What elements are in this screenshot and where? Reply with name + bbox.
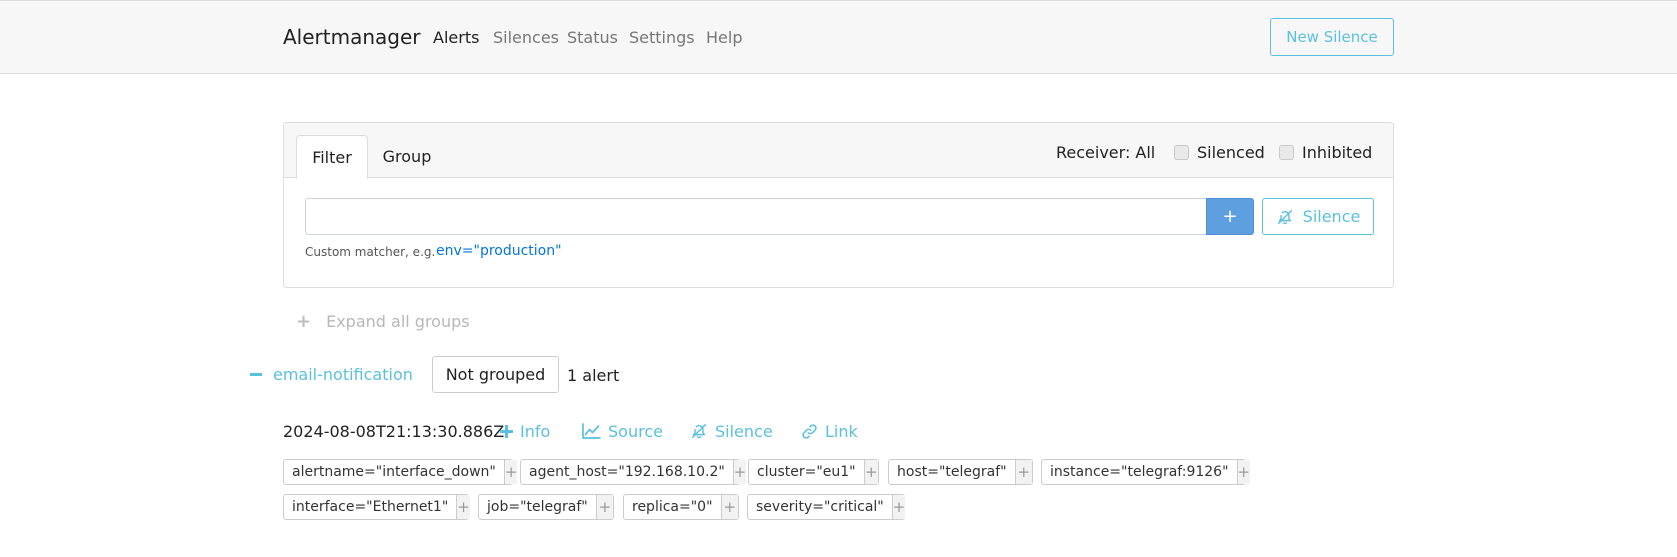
grouping-badge: Not grouped [432,356,559,393]
matcher-example[interactable]: env="production" [436,243,562,259]
matcher-hint: Custom matcher, e.g. [305,245,436,259]
nav-help[interactable]: Help [706,28,742,47]
add-label-filter-icon[interactable]: + [1014,460,1032,484]
label-chip: instance="telegraf:9126" + [1041,459,1251,485]
nav-silences[interactable]: Silences [493,28,559,47]
label-chip: host="telegraf" + [888,459,1033,485]
link-label: Link [825,421,858,441]
brand-logo[interactable]: Alertmanager [283,25,421,49]
inhibited-label: Inhibited [1302,143,1373,162]
label-text[interactable]: agent_host="192.168.10.2" [521,460,733,484]
filter-input[interactable] [305,198,1207,235]
add-label-filter-icon[interactable]: + [1236,460,1251,484]
navbar: Alertmanager Alerts Silences Status Sett… [0,0,1677,74]
group-toggle[interactable]: email-notification [250,355,413,393]
silence-alert-label: Silence [715,421,773,441]
alert-row: 2024-08-08T21:13:30.886Z Info Source Sil… [283,420,858,442]
source-button[interactable]: Source [582,420,663,442]
silenced-checkbox[interactable] [1174,145,1189,160]
add-label-filter-icon[interactable]: + [595,495,613,519]
silenced-label: Silenced [1197,143,1265,162]
silence-filter-label: Silence [1302,207,1361,226]
new-silence-button[interactable]: New Silence [1270,18,1394,56]
expand-all-label: Expand all groups [326,312,470,331]
silence-filter-button[interactable]: Silence [1262,198,1374,235]
label-chip: alertname="interface_down" + [283,459,518,485]
label-text[interactable]: alertname="interface_down" [284,460,504,484]
plus-icon [500,424,513,438]
alert-timestamp: 2024-08-08T21:13:30.886Z [283,421,505,441]
alert-count: 1 alert [567,366,620,385]
label-text[interactable]: instance="telegraf:9126" [1042,460,1237,484]
plus-icon: + [296,311,312,332]
add-label-filter-icon[interactable]: + [863,460,878,484]
label-text[interactable]: replica="0" [624,495,721,519]
info-label: Info [520,421,551,441]
receiver-dropdown[interactable]: Receiver: All [1056,143,1155,162]
label-chip: interface="Ethernet1" + [283,494,470,520]
label-text[interactable]: job="telegraf" [479,495,596,519]
source-label: Source [608,421,663,441]
info-button[interactable]: Info [500,420,550,442]
label-text[interactable]: interface="Ethernet1" [284,495,456,519]
label-chip: cluster="eu1" + [748,459,879,485]
bell-slash-icon [691,423,707,439]
add-label-filter-icon[interactable]: + [732,460,747,484]
label-chip: replica="0" + [623,494,739,520]
label-text[interactable]: host="telegraf" [889,460,1015,484]
minus-icon [250,372,262,376]
bell-slash-icon [1277,209,1292,224]
add-label-filter-icon[interactable]: + [891,495,906,519]
label-text[interactable]: cluster="eu1" [749,460,864,484]
add-label-filter-icon[interactable]: + [503,460,518,484]
label-chip: agent_host="192.168.10.2" + [520,459,747,485]
label-text[interactable]: severity="critical" [748,495,892,519]
add-label-filter-icon[interactable]: + [720,495,738,519]
inhibited-toggle[interactable]: Inhibited [1279,143,1372,162]
group-name[interactable]: email-notification [273,365,413,384]
tab-filter[interactable]: Filter [296,135,368,179]
silence-alert-button[interactable]: Silence [690,420,773,442]
link-icon [802,423,817,439]
label-chip: job="telegraf" + [478,494,614,520]
inhibited-checkbox[interactable] [1279,145,1294,160]
filter-card: Filter Group Receiver: All Silenced Inhi… [283,122,1394,288]
nav-settings[interactable]: Settings [629,28,695,47]
silenced-toggle[interactable]: Silenced [1174,143,1265,162]
expand-all-groups[interactable]: + Expand all groups [296,311,470,332]
line-chart-icon [582,423,601,439]
add-matcher-button[interactable]: + [1206,198,1254,235]
link-button[interactable]: Link [801,420,858,442]
filter-card-header: Filter Group Receiver: All Silenced Inhi… [284,123,1393,179]
nav-status[interactable]: Status [567,28,618,47]
tab-group[interactable]: Group [372,135,442,178]
nav-alerts[interactable]: Alerts [433,28,479,47]
label-chip: severity="critical" + [747,494,906,520]
add-label-filter-icon[interactable]: + [456,495,470,519]
